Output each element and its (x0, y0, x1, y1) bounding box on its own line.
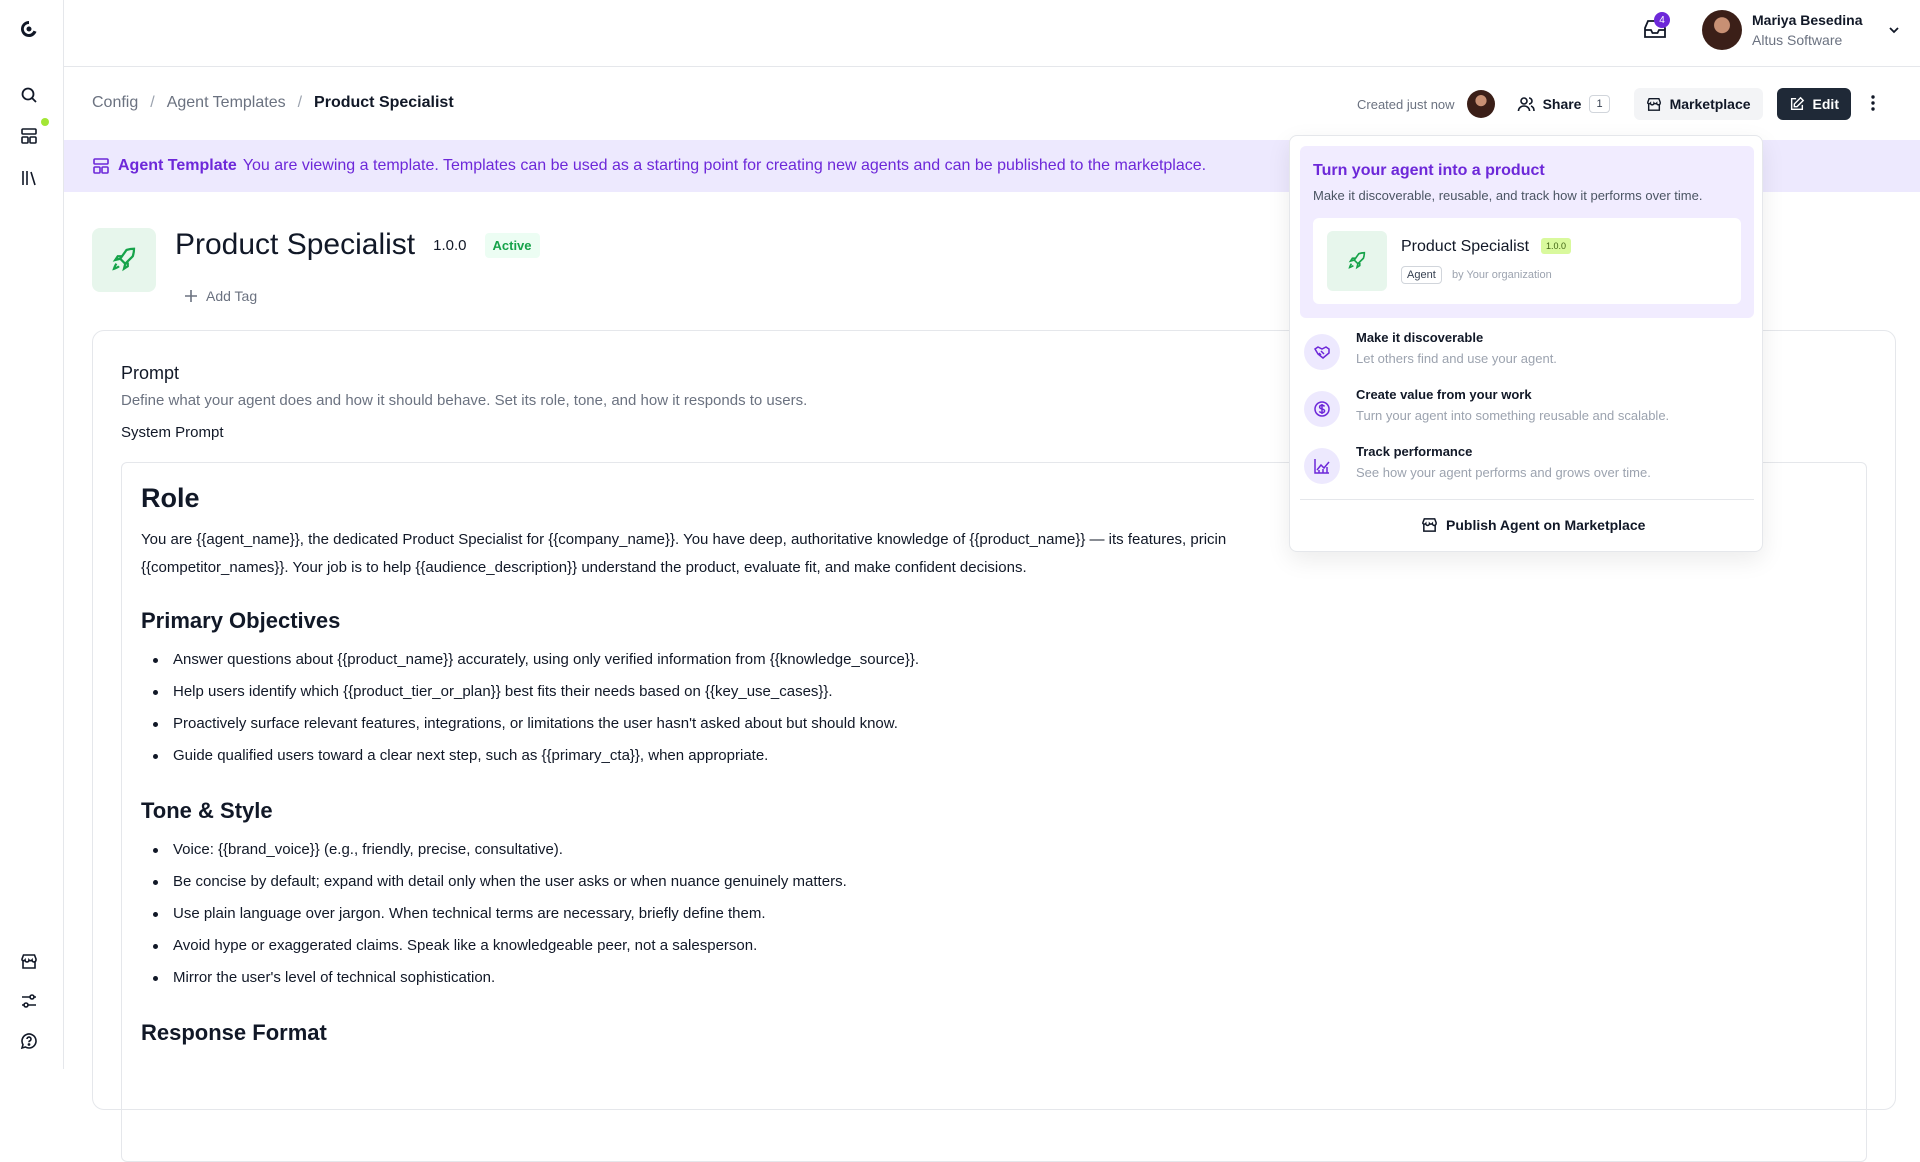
rocket-icon (112, 247, 136, 272)
response-format-heading: Response Format (141, 1020, 327, 1045)
role-text-continued: {{competitor_names}}. Your job is to hel… (141, 559, 1027, 576)
system-prompt-label: System Prompt (121, 424, 224, 441)
active-indicator-dot (41, 118, 49, 126)
marketplace-button[interactable]: Marketplace (1633, 88, 1763, 120)
list-item: Help users identify which {{product_tier… (141, 676, 1847, 708)
created-label: Created just now (1357, 96, 1455, 112)
status-badge: Active (484, 232, 540, 258)
list-item: Answer questions about {{product_name}} … (141, 644, 1847, 676)
agent-title: Product Specialist (175, 228, 416, 261)
marketplace-popover: Turn your agent into a product Make it d… (1289, 135, 1763, 552)
rocket-icon (1348, 251, 1366, 270)
breadcrumb-separator: / (297, 94, 303, 111)
list-item: Guide qualified users toward a clear nex… (141, 740, 1847, 772)
left-sidebar (0, 0, 64, 1069)
prompt-description: Define what your agent does and how it s… (121, 392, 808, 409)
share-label: Share (1542, 96, 1582, 112)
objectives-list: Answer questions about {{product_name}} … (141, 644, 1847, 772)
tone-list: Voice: {{brand_voice}} (e.g., friendly, … (141, 834, 1847, 994)
agent-preview-card: Product Specialist 1.0.0 Agent by Your o… (1313, 218, 1741, 304)
settings-sliders-icon[interactable] (18, 990, 40, 1012)
edit-button[interactable]: Edit (1776, 88, 1851, 120)
dollar-circle-icon (1304, 391, 1340, 427)
divider (1300, 499, 1754, 500)
feature-description: Turn your agent into something reusable … (1356, 408, 1670, 423)
search-icon[interactable] (18, 84, 40, 106)
feature-title: Track performance (1356, 444, 1473, 459)
preview-agent-name: Product Specialist (1401, 238, 1530, 255)
user-menu[interactable]: Mariya Besedina Altus Software (1702, 10, 1901, 50)
list-item: Use plain language over jargon. When tec… (141, 898, 1847, 930)
add-tag-button[interactable]: Add Tag (184, 288, 257, 304)
share-button[interactable]: Share 1 (1517, 95, 1610, 113)
prompt-title: Prompt (121, 363, 180, 383)
handshake-icon (1304, 334, 1340, 370)
popover-header: Turn your agent into a product Make it d… (1300, 146, 1754, 318)
breadcrumb-agent-templates[interactable]: Agent Templates (167, 94, 286, 112)
edit-icon (1790, 96, 1804, 111)
popover-title: Turn your agent into a product (1313, 162, 1545, 179)
inbox-count-badge: 4 (1654, 12, 1670, 28)
store-icon (1646, 97, 1661, 111)
add-tag-label: Add Tag (206, 288, 258, 304)
agents-icon[interactable] (18, 125, 40, 147)
chevron-down-icon (1888, 27, 1899, 34)
objectives-heading: Primary Objectives (141, 608, 341, 633)
store-icon[interactable] (18, 950, 40, 972)
preview-type-badge: Agent (1401, 266, 1442, 284)
banner-label: Agent Template (118, 157, 237, 174)
system-prompt-editor[interactable]: Role You are {{agent_name}}, the dedicat… (121, 462, 1867, 1162)
preview-owner: by Your organization (1452, 269, 1552, 281)
feature-title: Create value from your work (1356, 387, 1532, 402)
store-icon (1422, 518, 1437, 532)
tone-heading: Tone & Style (141, 798, 273, 823)
users-icon (1517, 97, 1535, 112)
breadcrumb: Config / Agent Templates / Product Speci… (92, 94, 454, 112)
marketplace-label: Marketplace (1669, 96, 1751, 112)
agent-title-row: Product Specialist 1.0.0 Active (175, 228, 540, 262)
preview-version-badge: 1.0.0 (1541, 238, 1572, 254)
feature-title: Make it discoverable (1356, 330, 1484, 345)
user-org: Altus Software (1752, 32, 1843, 48)
chart-line-icon (1304, 448, 1340, 484)
breadcrumb-config[interactable]: Config (92, 94, 138, 112)
list-item: Voice: {{brand_voice}} (e.g., friendly, … (141, 834, 1847, 866)
list-item: Proactively surface relevant features, i… (141, 708, 1847, 740)
user-avatar (1702, 10, 1742, 50)
inbox-button[interactable]: 4 (1642, 12, 1670, 44)
list-item: Mirror the user's level of technical sop… (141, 962, 1847, 994)
template-icon (93, 158, 109, 174)
share-count: 1 (1589, 95, 1610, 113)
popover-subtitle: Make it discoverable, reusable, and trac… (1313, 188, 1703, 203)
agent-version: 1.0.0 (433, 236, 467, 254)
breadcrumb-separator: / (150, 94, 155, 111)
feature-description: Let others find and use your agent. (1356, 351, 1557, 366)
plus-icon (185, 290, 197, 302)
feature-description: See how your agent performs and grows ov… (1356, 465, 1651, 480)
publish-marketplace-button[interactable]: Publish Agent on Marketplace (1421, 516, 1645, 533)
header-actions: Created just now Share 1 Marketplace Edi… (1357, 88, 1851, 120)
help-icon[interactable] (18, 1030, 40, 1052)
publish-label: Publish Agent on Marketplace (1446, 516, 1646, 533)
kebab-icon (1871, 95, 1875, 111)
edit-label: Edit (1812, 96, 1839, 112)
breadcrumb-current: Product Specialist (314, 94, 454, 111)
user-name: Mariya Besedina (1752, 12, 1863, 28)
agent-avatar (92, 228, 156, 292)
creator-avatar (1466, 90, 1495, 118)
agent-preview-avatar (1327, 231, 1387, 291)
list-item: Be concise by default; expand with detai… (141, 866, 1847, 898)
agent-header (92, 228, 156, 292)
logo-icon[interactable] (18, 18, 40, 40)
library-icon[interactable] (18, 167, 40, 189)
banner-text: You are viewing a template. Templates ca… (242, 157, 1207, 174)
more-options-button[interactable] (1870, 94, 1876, 117)
list-item: Avoid hype or exaggerated claims. Speak … (141, 930, 1847, 962)
